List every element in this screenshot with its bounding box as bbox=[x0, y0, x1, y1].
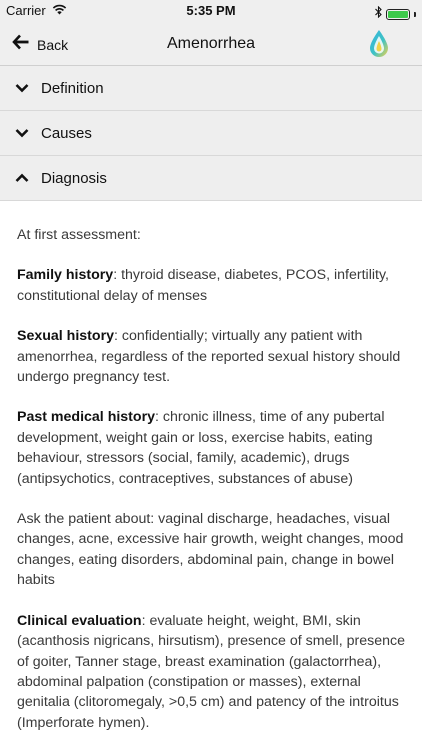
page-title: Amenorrhea bbox=[166, 35, 256, 52]
droplet-logo-icon bbox=[368, 29, 390, 64]
bluetooth-icon bbox=[375, 5, 382, 23]
clinical-evaluation-paragraph: Clinical evaluation: evaluate height, we… bbox=[17, 611, 409, 733]
status-right bbox=[375, 5, 416, 23]
section-definition[interactable]: Definition bbox=[0, 66, 422, 111]
battery-icon bbox=[386, 8, 410, 20]
chevron-up-icon bbox=[12, 173, 32, 183]
section-label: Causes bbox=[41, 124, 92, 142]
section-label: Diagnosis bbox=[41, 169, 107, 187]
section-label: Definition bbox=[41, 79, 104, 97]
section-diagnosis[interactable]: Diagnosis bbox=[0, 156, 422, 201]
sexual-history-paragraph: Sexual history: confidentially; virtuall… bbox=[17, 326, 409, 387]
ask-patient-paragraph: Ask the patient about: vaginal discharge… bbox=[17, 511, 404, 589]
chevron-down-icon bbox=[12, 83, 32, 93]
battery-tip bbox=[414, 11, 416, 17]
past-medical-history-heading: Past medical history bbox=[17, 409, 155, 426]
battery-fill bbox=[388, 10, 408, 18]
intro-text: At first assessment: bbox=[17, 227, 141, 243]
section-causes[interactable]: Causes bbox=[0, 111, 422, 156]
navigation-bar: Back Amenorrhea bbox=[0, 22, 422, 66]
family-history-heading: Family history bbox=[17, 267, 114, 284]
chevron-down-icon bbox=[12, 128, 32, 138]
diagnosis-content: At first assessment: Family history: thy… bbox=[17, 225, 409, 750]
family-history-paragraph: Family history: thyroid disease, diabete… bbox=[17, 265, 409, 306]
past-medical-history-paragraph: Past medical history: chronic illness, t… bbox=[17, 407, 409, 489]
status-time: 5:35 PM bbox=[186, 3, 236, 18]
status-bar: Carrier 5:35 PM bbox=[0, 0, 422, 22]
clinical-evaluation-heading: Clinical evaluation bbox=[17, 612, 142, 629]
clinical-evaluation-text: : evaluate height, weight, BMI, skin (ac… bbox=[17, 612, 405, 731]
sexual-history-heading: Sexual history bbox=[17, 328, 114, 345]
